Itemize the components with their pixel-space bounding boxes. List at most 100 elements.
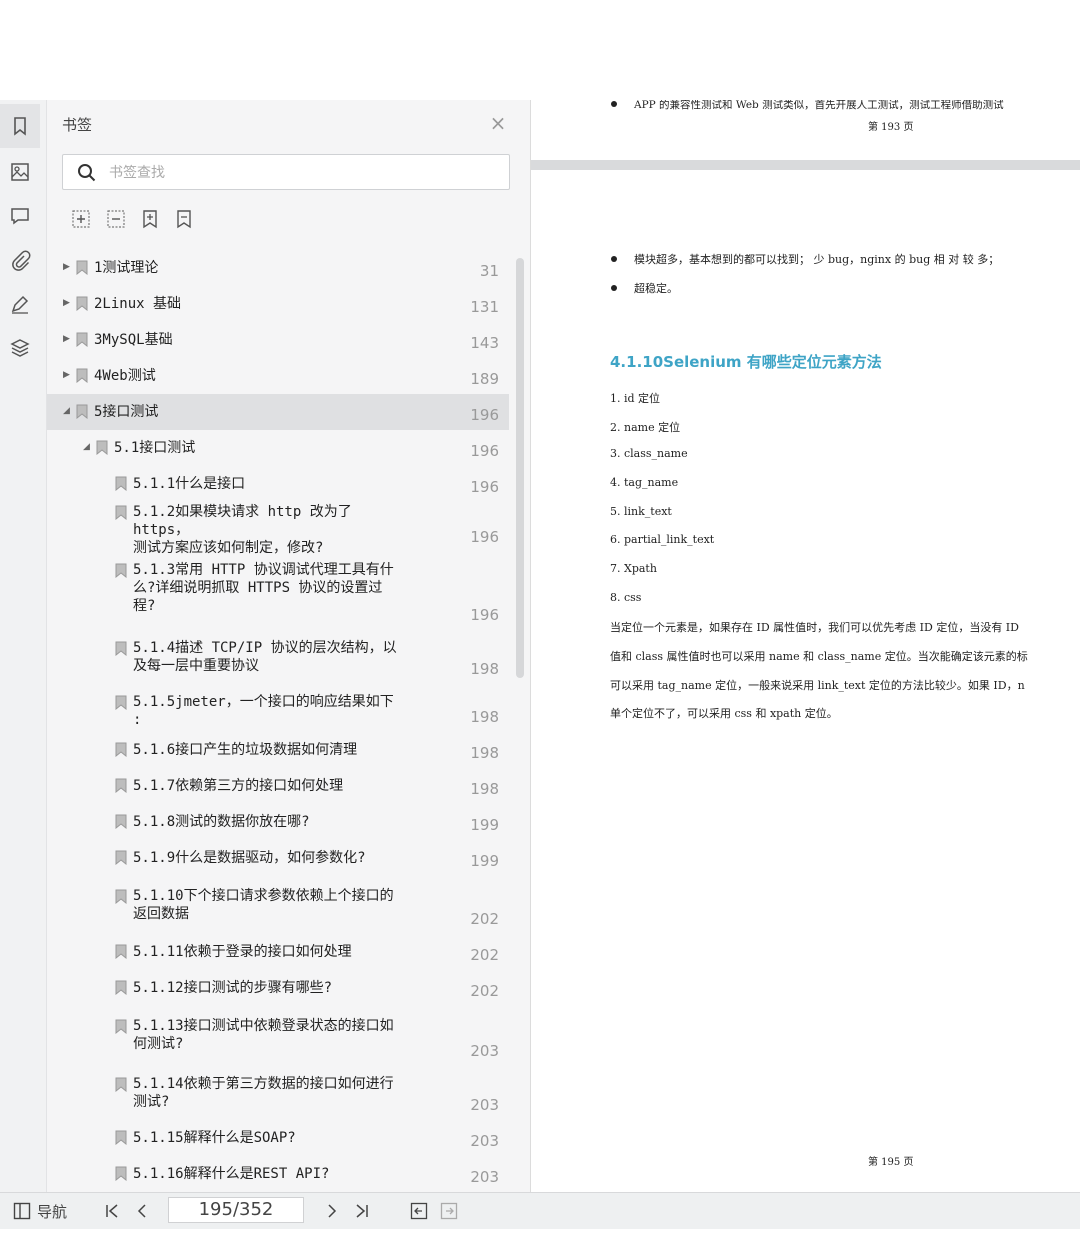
bookmark-label: 5.1.16解释什么是REST API? [133,1166,330,1182]
bookmark-page-number: 31 [479,262,499,280]
bookmark-icon [115,944,127,959]
bookmark-page-number: 202 [470,910,499,928]
method-list-item: 1. id 定位 [610,392,661,405]
bookmark-item[interactable]: 5.1.16解释什么是REST API? 203 [47,1156,509,1192]
last-page-icon [356,1204,368,1218]
bookmark-icon [14,117,26,136]
bookmark-item[interactable]: ◢ 5.1接口测试 196 [47,430,509,466]
bookmark-icon [115,1166,127,1181]
bookmark-icon [115,1130,127,1145]
last-page-button[interactable] [350,1199,374,1223]
bookmark-label: 4Web测试 [94,368,156,384]
bookmark-page-number: 198 [470,780,499,798]
bookmark-item[interactable]: ▶ 3MySQL基础 143 [47,322,509,358]
document-view: APP 的兼容性测试和 Web 测试类似，首先开展人工测试，测试工程师借助测试 … [531,100,1080,1192]
chevron-left-icon [137,1204,146,1218]
bookmark-page-number: 196 [470,442,499,460]
prev-page-number: 第 193 页 [868,122,914,133]
bookmark-search-box[interactable] [62,154,510,190]
bookmark-page-number: 189 [470,370,499,388]
expand-all-icon[interactable] [70,208,92,230]
bookmark-item[interactable]: 5.1.10下个接口请求参数依赖上个接口的 返回数据 202 [47,878,509,934]
bookmark-label: 2Linux 基础 [94,296,182,312]
bookmark-item[interactable]: 5.1.11依赖于登录的接口如何处理 202 [47,934,509,970]
bookmark-item[interactable]: 5.1.2如果模块请求 http 改为了https， 测试方案应该如何制定，修改… [47,494,509,556]
bookmark-icon [115,889,127,904]
bullet-dot [611,285,617,291]
bookmark-icon [115,814,127,829]
bookmark-scrollbar[interactable] [516,258,524,678]
method-list-item: 4. tag_name [610,476,679,489]
navigation-toggle-button[interactable]: 导航 [10,1199,70,1223]
bookmark-icon [115,1019,127,1034]
bookmark-item[interactable]: ▶ 4Web测试 189 [47,358,509,394]
bookmark-item[interactable]: 5.1.3常用 HTTP 协议调试代理工具有什 么?详细说明抓取 HTTPS 协… [47,552,509,630]
page-number: 第 195 页 [868,1157,914,1168]
bookmark-label: 5.1.3常用 HTTP 协议调试代理工具有什 么?详细说明抓取 HTTPS 协… [133,562,394,614]
caret-right-icon[interactable]: ▶ [63,298,70,308]
page-number-input[interactable]: 195/352 [168,1197,304,1223]
bookmark-item[interactable]: 5.1.12接口测试的步骤有哪些? 202 [47,970,509,1006]
bookmark-item[interactable]: ▶ 2Linux 基础 131 [47,286,509,322]
paragraph-line: 当定位一个元素是，如果存在 ID 属性值时，我们可以优先考虑 ID 定位，当没有… [610,621,1019,634]
close-icon[interactable]: × [487,112,509,134]
caret-right-icon[interactable]: ▶ [63,370,70,380]
back-view-button[interactable] [407,1199,431,1223]
previous-page-button[interactable] [130,1199,154,1223]
caret-right-icon[interactable]: ▶ [63,334,70,344]
bookmark-label: 5.1接口测试 [114,440,196,456]
first-page-button[interactable] [100,1199,124,1223]
paragraph-line: 单个定位不了，可以采用 css 和 xpath 定位。 [610,707,838,720]
bookmark-item[interactable]: 5.1.6接口产生的垃圾数据如何清理 198 [47,732,509,768]
paperclip-icon [12,250,31,271]
caret-down-icon[interactable]: ◢ [63,406,70,416]
thumbnail-panel-button[interactable] [8,160,32,184]
bookmark-icon [115,778,127,793]
bookmark-item[interactable]: 5.1.9什么是数据驱动，如何参数化? 199 [47,840,509,876]
bookmark-page-number: 196 [470,406,499,424]
panel-title: 书签 [62,116,93,134]
bookmark-search-input[interactable] [107,161,491,185]
page-separator [531,160,1080,170]
bookmark-item[interactable]: ◢ 5接口测试 196 [47,394,509,430]
bookmark-page-number: 203 [470,1132,499,1150]
bookmark-page-number: 202 [470,982,499,1000]
forward-view-button[interactable] [437,1199,461,1223]
bookmark-label: 5.1.11依赖于登录的接口如何处理 [133,944,352,960]
remove-bookmark-icon[interactable] [173,208,195,230]
caret-down-icon[interactable]: ◢ [83,442,90,452]
caret-right-icon[interactable]: ▶ [63,262,70,272]
bookmark-icon [96,440,108,455]
bookmark-panel-button[interactable] [0,104,40,148]
add-bookmark-icon[interactable] [139,208,161,230]
bookmark-item[interactable]: 5.1.15解释什么是SOAP? 203 [47,1120,509,1156]
bookmark-label: 5.1.6接口产生的垃圾数据如何清理 [133,742,358,758]
signature-panel-button[interactable] [8,292,32,316]
collapse-all-icon[interactable] [105,208,127,230]
comment-panel-button[interactable] [8,204,32,228]
bookmark-icon [115,980,127,995]
prev-page-bullet-text: APP 的兼容性测试和 Web 测试类似，首先开展人工测试，测试工程师借助测试 [634,100,1004,111]
bookmark-item[interactable]: 5.1.5jmeter，一个接口的响应结果如下 : 198 [47,684,509,732]
bookmark-item[interactable]: 5.1.7依赖第三方的接口如何处理 198 [47,768,509,804]
bookmark-item[interactable]: ▶ 1测试理论 31 [47,250,509,286]
pen-icon [11,295,29,314]
bookmark-icon [76,332,88,347]
bookmark-item[interactable]: 5.1.8测试的数据你放在哪? 199 [47,804,509,840]
bookmark-label: 1测试理论 [94,260,159,276]
bookmark-page-number: 198 [470,744,499,762]
bookmark-icon [115,742,127,757]
next-page-button[interactable] [320,1199,344,1223]
layers-panel-button[interactable] [8,336,32,360]
bookmark-label: 5.1.12接口测试的步骤有哪些? [133,980,333,996]
method-list-item: 8. css [610,591,642,604]
bookmark-page-number: 198 [470,708,499,726]
attachment-panel-button[interactable] [8,248,32,272]
bookmark-item[interactable]: 5.1.14依赖于第三方数据的接口如何进行 测试? 203 [47,1066,509,1120]
bookmark-label: 5.1.8测试的数据你放在哪? [133,814,310,830]
bullet-text-1: 模块超多，基本想到的都可以找到； 少 bug，nginx 的 bug 相 对 较… [634,253,1000,266]
bookmark-item[interactable]: 5.1.4描述 TCP/IP 协议的层次结构，以 及每一层中重要协议 198 [47,630,509,684]
section-heading: 4.1.10Selenium 有哪些定位元素方法 [610,353,882,371]
bookmark-item[interactable]: 5.1.13接口测试中依赖登录状态的接口如 何测试? 203 [47,1008,509,1066]
bullet-dot [611,101,617,107]
